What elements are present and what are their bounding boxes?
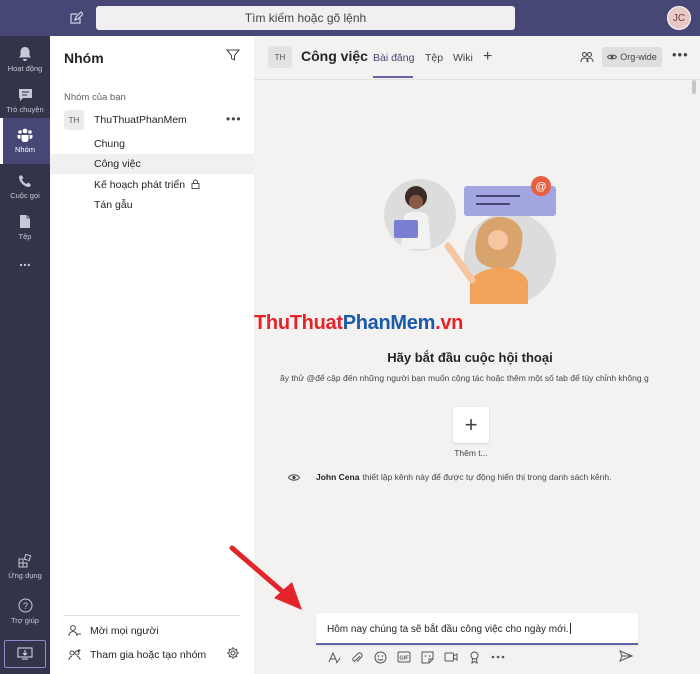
rail-item-label: Nhóm	[14, 145, 35, 154]
scrollbar[interactable]	[692, 80, 696, 94]
rail-item-teams[interactable]: Nhóm	[0, 118, 50, 164]
channel-name: Tán gẫu	[94, 199, 133, 211]
channel-title: Công việc	[301, 48, 368, 64]
gif-icon[interactable]: GIF	[393, 648, 417, 666]
svg-text:@: @	[535, 181, 546, 193]
active-tab-indicator	[373, 76, 413, 78]
chat-icon	[18, 89, 32, 101]
title-bar: Tìm kiếm hoặc gõ lệnh JC	[0, 0, 700, 36]
file-icon	[20, 214, 30, 228]
channel-header: TH Công việc Bài đăng Tệp Wiki + Org-wid…	[254, 36, 700, 80]
channel-item-selected[interactable]: Công việc	[50, 154, 254, 174]
team-members-icon[interactable]	[580, 50, 594, 69]
conversation-illustration: @	[380, 172, 560, 312]
help-icon: ?	[18, 598, 32, 612]
compose-toolbar: GIF	[322, 648, 510, 666]
annotation-arrow	[229, 545, 302, 610]
rail-item-apps[interactable]: Ứng dụng	[0, 544, 50, 590]
compose-value: Hôm nay chúng ta sẽ bắt đầu công việc ch…	[327, 624, 569, 635]
eye-icon	[607, 54, 618, 60]
join-label: Tham gia hoặc tạo nhóm	[90, 648, 207, 661]
system-message-text: thiết lập kênh này để được tự động hiển …	[362, 472, 612, 482]
download-button[interactable]	[4, 640, 46, 668]
channel-item[interactable]: Kế hoạch phát triển	[50, 175, 254, 195]
filter-icon[interactable]	[225, 48, 241, 67]
panel-title: Nhóm	[64, 50, 104, 66]
emoji-icon[interactable]	[369, 648, 393, 666]
rail-item-label: Cuộc gọi	[10, 191, 40, 200]
add-tab-tile-label: Thêm t...	[454, 448, 488, 458]
system-message-author: John Cena	[316, 472, 360, 482]
more-icon: ...	[19, 253, 31, 269]
tab-posts[interactable]: Bài đăng	[373, 52, 414, 64]
add-tab-tile[interactable]: +	[453, 407, 489, 443]
text-caret	[569, 623, 571, 634]
channel-item[interactable]: Tán gẫu	[50, 195, 254, 215]
bell-icon	[19, 46, 31, 61]
rail-item-more[interactable]: ...	[0, 238, 50, 284]
watermark-logo: ThuThuatPhanMem.vn	[254, 312, 464, 334]
invite-people-button[interactable]: Mời mọi người	[68, 624, 159, 637]
more-options-button[interactable]: •••	[672, 47, 689, 62]
rail-item-label: Ứng dụng	[8, 571, 42, 580]
divider	[64, 615, 240, 616]
format-icon[interactable]	[322, 648, 346, 666]
system-message: John Cena thiết lập kênh này để được tự …	[288, 472, 611, 482]
search-input[interactable]: Tìm kiếm hoặc gõ lệnh	[96, 6, 515, 30]
orgwide-badge[interactable]: Org-wide	[602, 47, 662, 67]
lock-icon	[191, 179, 200, 189]
rail-item-label: Trò chuyện	[6, 105, 44, 114]
rail-item-activity[interactable]: Hoạt động	[0, 36, 50, 82]
tab-files[interactable]: Tệp	[425, 52, 443, 64]
team-name: ThuThuatPhanMem	[94, 114, 187, 126]
empty-state-title: Hãy bắt đầu cuộc hội thoại	[387, 350, 553, 365]
meet-icon[interactable]	[440, 648, 464, 666]
channel-name: Chung	[94, 138, 125, 150]
section-label: Nhóm của bạn	[64, 92, 126, 103]
apps-icon	[18, 554, 32, 568]
orgwide-label: Org-wide	[620, 52, 657, 62]
channel-name: Công việc	[94, 158, 141, 170]
channel-name: Kế hoạch phát triển	[94, 179, 186, 191]
rail-item-label: Trợ giúp	[11, 615, 39, 625]
eye-icon	[288, 473, 300, 481]
channel-item[interactable]: Chung	[50, 134, 254, 154]
gear-icon[interactable]	[226, 646, 240, 665]
svg-text:GIF: GIF	[400, 656, 410, 662]
praise-icon[interactable]	[463, 648, 487, 666]
invite-people-icon	[68, 625, 81, 637]
tab-wiki[interactable]: Wiki	[453, 52, 473, 64]
attach-icon[interactable]	[346, 648, 370, 666]
sticker-icon[interactable]	[416, 648, 440, 666]
download-icon	[17, 647, 33, 660]
app-rail: Hoạt động Trò chuyện Nhóm Cuộc gọi Tệp .…	[0, 36, 50, 674]
more-icon[interactable]	[487, 648, 511, 666]
compose-text[interactable]: Hôm nay chúng ta sẽ bắt đầu công việc ch…	[327, 623, 571, 635]
empty-state-description: ãy thử @để cập đến những người bạn muốn …	[280, 373, 649, 383]
message-compose-box[interactable]: Hôm nay chúng ta sẽ bắt đầu công việc ch…	[316, 613, 638, 645]
send-icon[interactable]	[619, 649, 634, 667]
team-avatar: TH	[64, 110, 84, 130]
join-create-team-button[interactable]: Tham gia hoặc tạo nhóm	[68, 648, 206, 661]
new-chat-icon[interactable]	[66, 8, 86, 28]
join-team-icon	[68, 649, 81, 661]
rail-item-label: Hoạt động	[7, 63, 43, 73]
team-avatar: TH	[268, 46, 292, 68]
svg-text:?: ?	[22, 601, 27, 611]
add-tab-button[interactable]: +	[483, 48, 492, 66]
team-more-button[interactable]: •••	[226, 112, 242, 126]
rail-item-help[interactable]: ? Trợ giúp	[0, 588, 50, 634]
avatar[interactable]: JC	[667, 6, 691, 30]
teams-icon	[17, 128, 33, 142]
invite-label: Mời mọi người	[90, 624, 159, 637]
phone-icon	[19, 175, 31, 187]
team-item[interactable]: TH ThuThuatPhanMem •••	[50, 108, 254, 132]
